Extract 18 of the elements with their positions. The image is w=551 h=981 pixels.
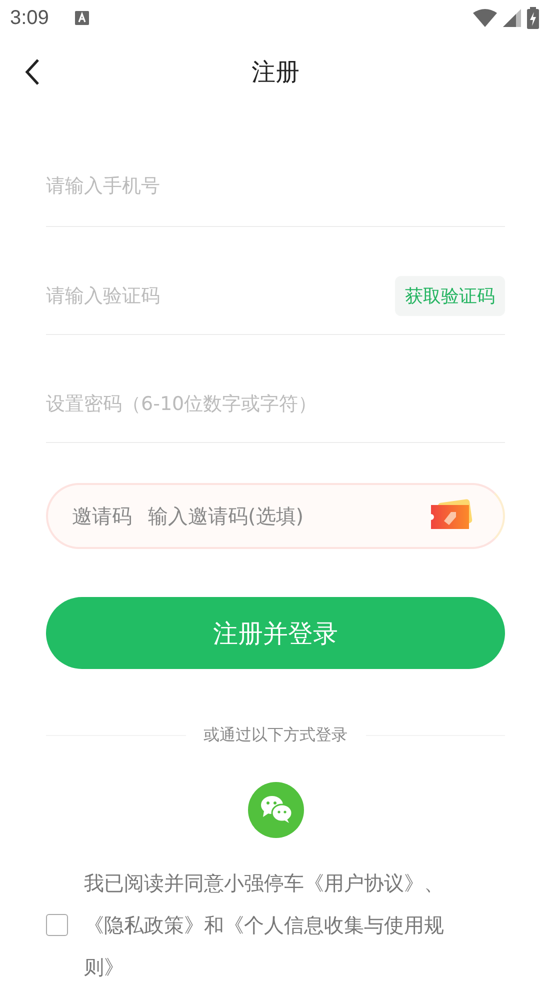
battery-icon — [527, 7, 539, 29]
get-code-button[interactable]: 获取验证码 — [395, 276, 505, 316]
status-time: 3:09 — [10, 6, 49, 30]
page-title: 注册 — [252, 57, 300, 88]
agreement-checkbox[interactable] — [46, 914, 68, 936]
register-button[interactable]: 注册并登录 — [46, 597, 505, 669]
divider-text: 或通过以下方式登录 — [204, 725, 348, 746]
input-field[interactable]: 设置密码（6-10位数字或字符） — [46, 384, 505, 424]
back-icon[interactable] — [24, 58, 40, 86]
agreement-text: 我已阅读并同意小强停车《用户协议》、《隐私政策》和《个人信息收集与使用规则》 — [84, 870, 445, 981]
keyboard-icon — [74, 11, 89, 25]
invite-label: 邀请码 — [72, 502, 132, 530]
input-field[interactable]: 请输入验证码 — [46, 276, 395, 316]
chat-bubbles-icon[interactable] — [248, 782, 304, 838]
input-field[interactable]: 请输入手机号 — [46, 166, 505, 206]
wifi-icon — [473, 9, 497, 27]
signal-icon — [503, 9, 521, 27]
invite-input-field[interactable]: 输入邀请码(选填) — [146, 503, 429, 529]
